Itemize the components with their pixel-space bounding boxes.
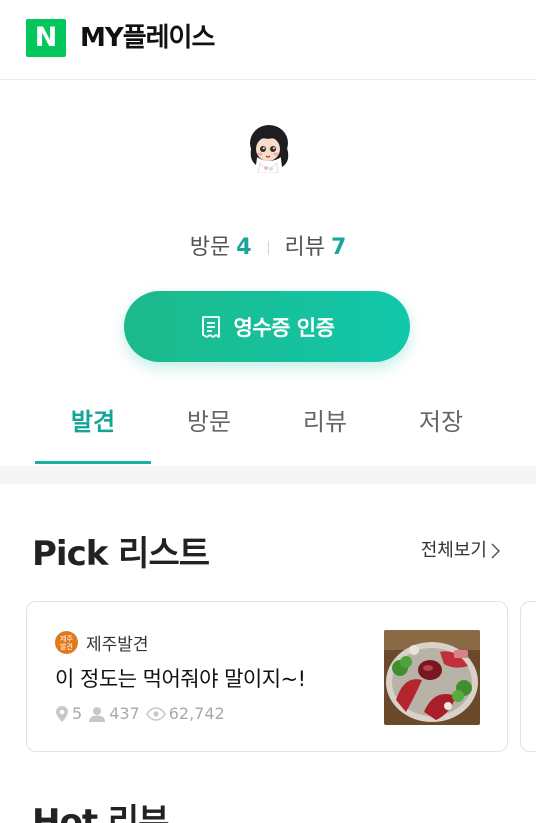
app-header: N MY플레이스 (0, 0, 536, 80)
visit-count[interactable]: 4 (236, 235, 251, 260)
person-icon (89, 706, 106, 722)
tab-reviews[interactable]: 리뷰 (267, 390, 383, 464)
next-card-peek[interactable] (520, 601, 536, 752)
profile-tabs: 발견 방문 리뷰 저장 (0, 390, 536, 464)
views-count-item: 62,742 (145, 704, 225, 723)
visit-label: 방문 (189, 235, 231, 260)
card-meta: 5 437 62,742 (55, 704, 231, 723)
see-all-link[interactable]: 전체보기 (421, 538, 500, 564)
tab-label: 저장 (418, 408, 464, 436)
tab-label: 발견 (70, 408, 116, 436)
tab-label: 리뷰 (302, 408, 348, 436)
profile-stats: 방문 4 리뷰 7 (0, 232, 536, 264)
naver-logo[interactable]: N (26, 19, 66, 57)
location-pin-icon (56, 705, 68, 722)
eye-icon (145, 706, 166, 721)
active-tab-indicator (35, 461, 151, 464)
tab-saved[interactable]: 저장 (383, 390, 499, 464)
places-count-item: 5 (55, 704, 82, 723)
pick-list-card[interactable]: 제주 발견 제주발견 이 정도는 먹어줘야 말이지~! 5 437 62,742 (26, 601, 508, 752)
review-count[interactable]: 7 (331, 235, 346, 260)
followers-count-item: 437 (88, 704, 140, 723)
chevron-right-icon (491, 543, 500, 559)
receipt-button-label: 영수증 인증 (233, 315, 335, 340)
receipt-verify-button[interactable]: 영수증 인증 (124, 291, 410, 362)
tab-discover[interactable]: 발견 (35, 390, 151, 464)
card-thumbnail-image (384, 630, 480, 725)
receipt-icon (201, 315, 220, 338)
hot-review-title: Hot 리뷰 (32, 802, 169, 823)
places-count: 5 (72, 704, 83, 723)
author-name: 제주발견 (86, 635, 149, 655)
stats-divider (267, 241, 269, 255)
page-title: MY플레이스 (80, 23, 215, 53)
tab-visits[interactable]: 방문 (151, 390, 267, 464)
see-all-label: 전체보기 (420, 540, 487, 561)
section-divider (0, 466, 536, 484)
followers-count: 437 (109, 704, 140, 723)
profile-avatar[interactable] (246, 121, 292, 173)
card-title: 이 정도는 먹어줘야 말이지~! (55, 667, 306, 691)
pick-list-title: Pick 리스트 (32, 534, 210, 574)
card-author: 제주 발견 제주발견 (55, 630, 149, 655)
author-avatar: 제주 발견 (55, 631, 78, 654)
review-label: 리뷰 (284, 235, 325, 260)
views-count: 62,742 (168, 704, 225, 723)
tab-label: 방문 (186, 408, 232, 436)
